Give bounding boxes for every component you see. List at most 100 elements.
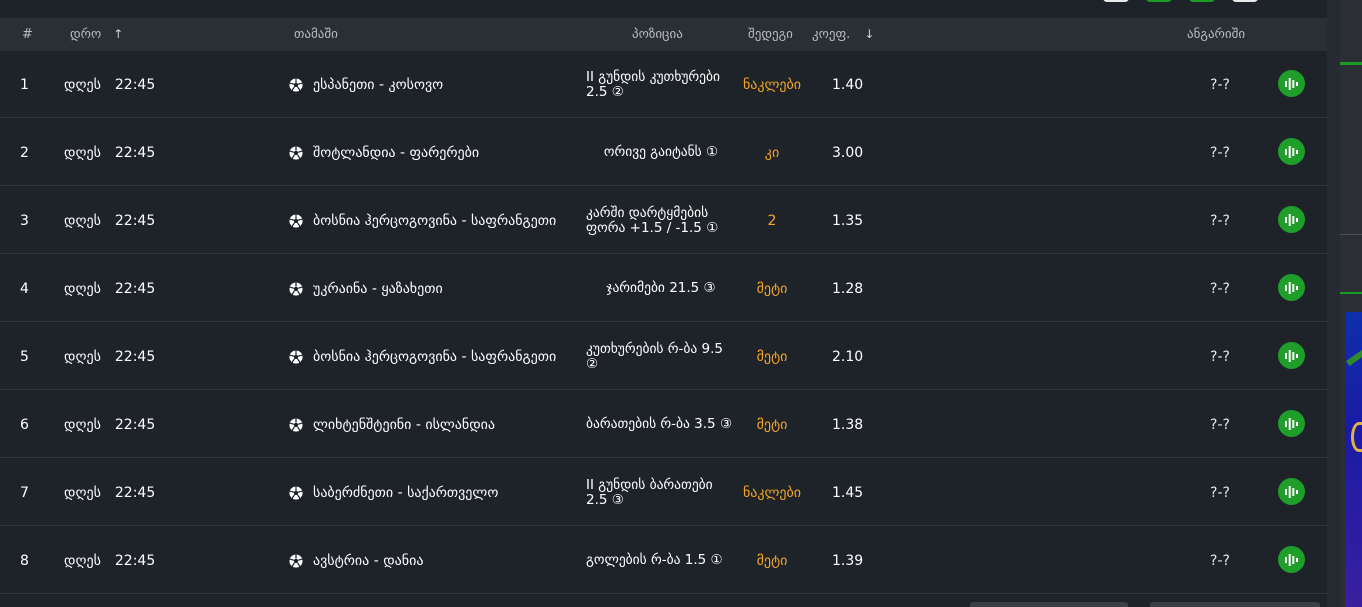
bar-chart-icon (1285, 417, 1298, 430)
row-day: დღეს (64, 212, 101, 229)
stats-button[interactable] (1278, 410, 1305, 437)
row-game[interactable]: უკრაინა - ყაზახეთი (289, 255, 443, 322)
row-odds: 1.35 (832, 212, 864, 229)
row-game[interactable]: ლიხტენშტეინი - ისლანდია (289, 391, 495, 458)
table-row[interactable]: 7 დღეს 22:45 საბერძნეთი - საქართველო II გ… (0, 459, 1327, 526)
soccer-ball-icon (289, 485, 303, 500)
soccer-ball-icon (289, 145, 303, 160)
bar-chart-icon (1285, 349, 1298, 362)
toolbar-button-green-1[interactable] (1146, 0, 1172, 2)
soccer-ball-icon (289, 553, 303, 568)
promo-gold-shape (1351, 422, 1362, 452)
row-result: კი (764, 144, 780, 161)
row-account: ?-? (1210, 552, 1230, 569)
row-game-label: ლიხტენშტეინი - ისლანდია (313, 416, 496, 433)
row-clock: 22:45 (114, 348, 156, 365)
right-panel-accent-2 (1340, 292, 1362, 294)
soccer-ball-icon (289, 213, 303, 228)
row-number: 5 (20, 348, 29, 365)
row-time: დღეს 22:45 (64, 323, 155, 390)
row-game[interactable]: შოტლანდია - ფარერები (289, 119, 479, 186)
row-game[interactable]: ბოსნია ჰერცოგოვინა - საფრანგეთი (289, 323, 556, 390)
row-result: ნაკლები (742, 76, 802, 93)
row-time: დღეს 22:45 (64, 527, 155, 594)
soccer-ball-icon (289, 281, 303, 296)
row-odds: 2.10 (832, 348, 864, 365)
row-odds: 1.28 (832, 280, 864, 297)
table-row[interactable]: 3 დღეს 22:45 ბოსნია ჰერცოგოვინა - საფრანგ… (0, 187, 1327, 254)
bar-chart-icon (1285, 485, 1298, 498)
row-game[interactable]: ესპანეთი - კოსოვო (289, 51, 443, 118)
row-position: ორივე გაიტანს ① (603, 144, 719, 160)
right-panel-accent-1 (1340, 62, 1362, 65)
stats-button[interactable] (1278, 206, 1305, 233)
stats-button[interactable] (1278, 342, 1305, 369)
toolbar-button-green-2[interactable] (1189, 0, 1215, 2)
row-game[interactable]: ავსტრია - დანია (289, 527, 423, 594)
sort-asc-icon[interactable]: ↑ (113, 27, 123, 41)
header-position: პოზიცია (632, 27, 683, 42)
header-odds[interactable]: კოეფ. ↓ (812, 18, 874, 51)
stats-button[interactable] (1278, 274, 1305, 301)
stats-button[interactable] (1278, 478, 1305, 505)
bottom-tab-2[interactable] (1150, 602, 1320, 607)
row-odds: 1.40 (832, 76, 864, 93)
table-row[interactable]: 2 დღეს 22:45 შოტლანდია - ფარერები ორივე გ… (0, 119, 1327, 186)
row-odds: 3.00 (832, 144, 864, 161)
table-row[interactable]: 4 დღეს 22:45 უკრაინა - ყაზახეთი ჯარიმები … (0, 255, 1327, 322)
row-game[interactable]: საბერძნეთი - საქართველო (289, 459, 498, 526)
row-day: დღეს (64, 348, 101, 365)
header-time[interactable]: დრო ↑ (70, 18, 123, 51)
row-position: გოლების რ-ბა 1.5 ① (586, 552, 723, 568)
row-game-label: საბერძნეთი - საქართველო (313, 484, 499, 501)
row-odds: 1.38 (832, 416, 864, 433)
stats-button[interactable] (1278, 546, 1305, 573)
promo-banner[interactable] (1345, 312, 1362, 607)
sort-desc-icon[interactable]: ↓ (864, 27, 874, 41)
row-clock: 22:45 (114, 76, 156, 93)
row-time: დღეს 22:45 (64, 119, 155, 186)
row-account: ?-? (1210, 348, 1230, 365)
row-time: დღეს 22:45 (64, 187, 155, 254)
row-account: ?-? (1210, 144, 1230, 161)
row-account: ?-? (1210, 280, 1230, 297)
table-row[interactable]: 8 დღეს 22:45 ავსტრია - დანია გოლების რ-ბა… (0, 527, 1327, 594)
row-number: 3 (20, 212, 29, 229)
row-number: 8 (20, 552, 29, 569)
top-toolbar (0, 0, 1327, 18)
stats-button[interactable] (1278, 138, 1305, 165)
bottom-tab-1[interactable] (970, 602, 1128, 607)
row-day: დღეს (64, 144, 101, 161)
stats-button[interactable] (1278, 70, 1305, 97)
row-result: მეტი (756, 280, 788, 297)
toolbar-button-white-2[interactable] (1232, 0, 1258, 2)
scrollbar[interactable] (1327, 0, 1340, 607)
table-header: # დრო ↑ თამაში პოზიცია შედეგი კოეფ. ↓ ანგა… (0, 18, 1327, 51)
row-day: დღეს (64, 416, 101, 433)
row-clock: 22:45 (114, 144, 156, 161)
header-result: შედეგი (748, 27, 793, 42)
toolbar-button-white[interactable] (1103, 0, 1129, 2)
row-clock: 22:45 (114, 484, 156, 501)
header-odds-label: კოეფ. (812, 27, 851, 42)
row-position: ბარათების რ-ბა 3.5 ③ (586, 416, 733, 432)
row-time: დღეს 22:45 (64, 459, 155, 526)
row-result: მეტი (756, 348, 788, 365)
row-account: ?-? (1210, 484, 1230, 501)
table-row[interactable]: 6 დღეს 22:45 ლიხტენშტეინი - ისლანდია ბარა… (0, 391, 1327, 458)
table-row[interactable]: 5 დღეს 22:45 ბოსნია ჰერცოგოვინა - საფრანგ… (0, 323, 1327, 390)
table-row[interactable]: 1 დღეს 22:45 ესპანეთი - კოსოვო II გუნდის … (0, 51, 1327, 118)
row-number: 4 (20, 280, 29, 297)
row-account: ?-? (1210, 212, 1230, 229)
row-result: 2 (767, 212, 777, 229)
row-position: II გუნდის კუთხურები 2.5 ② (586, 68, 721, 100)
right-panel-divider (1340, 234, 1362, 235)
row-number: 2 (20, 144, 29, 161)
bar-chart-icon (1285, 553, 1298, 566)
row-game-label: შოტლანდია - ფარერები (313, 144, 480, 161)
row-game[interactable]: ბოსნია ჰერცოგოვინა - საფრანგეთი (289, 187, 556, 254)
bar-chart-icon (1285, 213, 1298, 226)
header-game: თამაში (294, 27, 338, 42)
bets-table-panel: # დრო ↑ თამაში პოზიცია შედეგი კოეფ. ↓ ანგა… (0, 0, 1327, 607)
soccer-ball-icon (289, 77, 303, 92)
